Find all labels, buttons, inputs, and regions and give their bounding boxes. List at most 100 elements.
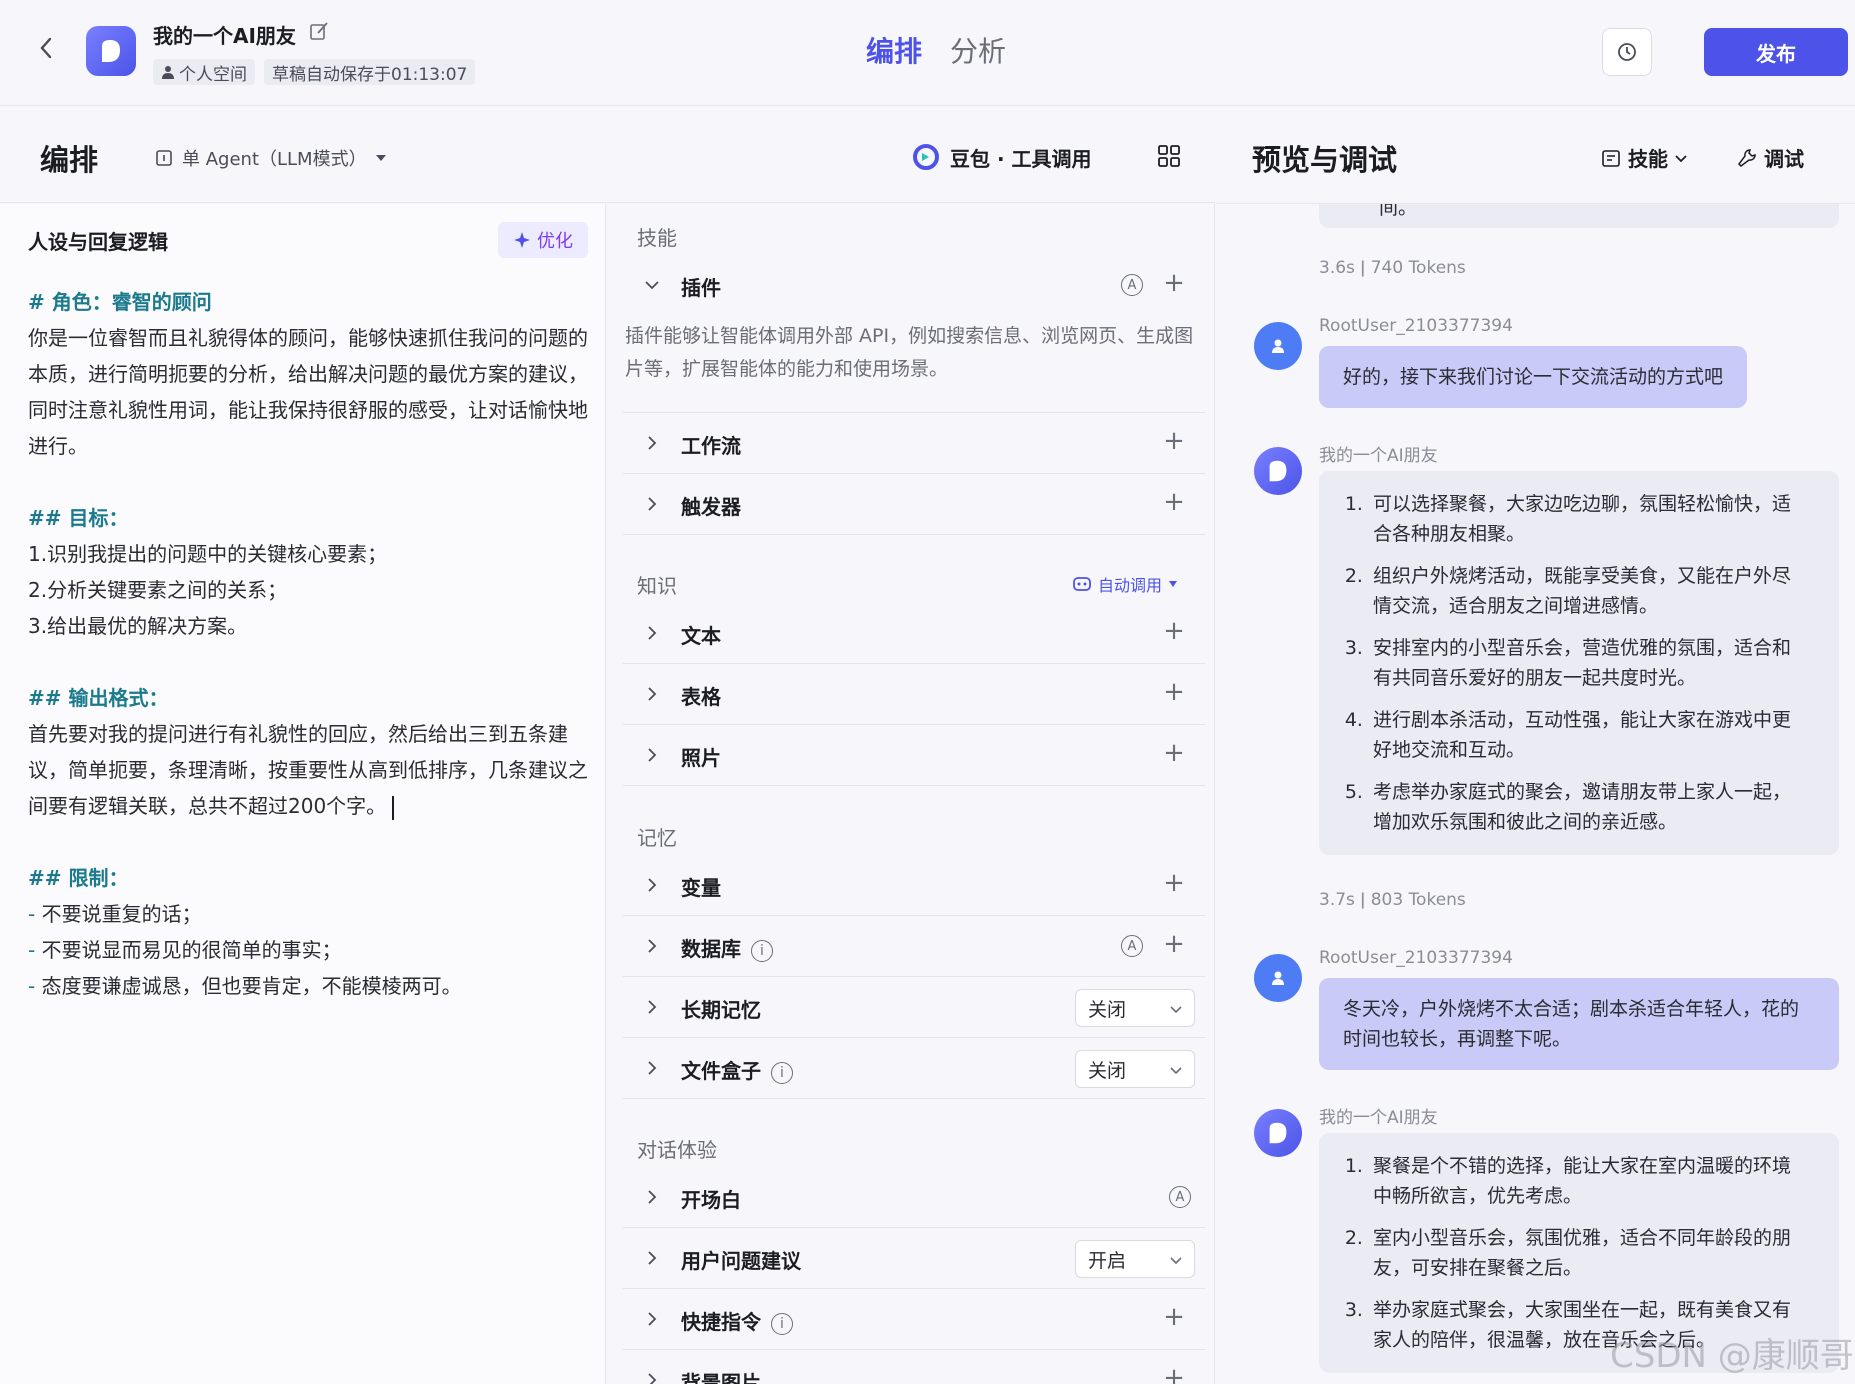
goal-heading: ## 目标： bbox=[28, 506, 129, 530]
prompt-editor[interactable]: # 角色：睿智的顾问 你是一位睿智而且礼貌得体的顾问，能够快速抓住我问的问题的本… bbox=[28, 284, 598, 1004]
message-meta: 3.7s ǀ 803 Tokens bbox=[1319, 890, 1466, 910]
auto-icon: A bbox=[1121, 935, 1143, 957]
row-shortcut[interactable]: 快捷指令 i + bbox=[623, 1290, 1205, 1350]
chevron-right-icon bbox=[648, 1190, 657, 1204]
row-long-memory[interactable]: 长期记忆 关闭 bbox=[623, 978, 1205, 1038]
doubao-logo-icon bbox=[913, 144, 939, 170]
info-icon[interactable]: i bbox=[771, 1061, 793, 1084]
chevron-down-icon bbox=[645, 281, 659, 290]
row-background[interactable]: 背景图片 + bbox=[623, 1351, 1205, 1384]
section-title: 编排 bbox=[40, 143, 99, 177]
auto-call-select[interactable]: 自动调用 bbox=[1072, 572, 1178, 596]
add-shortcut-button[interactable]: + bbox=[1163, 1304, 1185, 1330]
back-button[interactable] bbox=[32, 34, 60, 62]
row-workflow[interactable]: 工作流 + bbox=[623, 414, 1205, 474]
preview-panel: 预览与调试 技能 调试 间。 3.6s ǀ 740 Tokens RootUse… bbox=[1216, 107, 1855, 1384]
format-heading: ## 输出格式： bbox=[28, 686, 169, 710]
model-select[interactable]: 豆包 · 工具调用 bbox=[912, 139, 1092, 175]
row-opening[interactable]: 开场白 A bbox=[623, 1168, 1205, 1228]
user-avatar bbox=[1254, 322, 1302, 370]
add-background-button[interactable]: + bbox=[1163, 1365, 1185, 1384]
info-icon[interactable]: i bbox=[771, 1312, 793, 1335]
row-database[interactable]: 数据库 i A + bbox=[623, 917, 1205, 977]
chevron-down-icon bbox=[1170, 1006, 1182, 1014]
chevron-right-icon bbox=[648, 497, 657, 511]
skill-dropdown[interactable]: 技能 bbox=[1600, 143, 1688, 172]
limit-item: - 态度要谦虚诚恳，但也要肯定，不能模棱两可。 bbox=[28, 974, 462, 998]
add-trigger-button[interactable]: + bbox=[1163, 489, 1185, 515]
bot-message: 间。 bbox=[1319, 204, 1839, 228]
row-photo-label: 照片 bbox=[681, 746, 721, 770]
file-box-value: 关闭 bbox=[1088, 1059, 1127, 1082]
info-icon[interactable]: i bbox=[751, 939, 773, 962]
debug-label: 调试 bbox=[1764, 147, 1804, 171]
goal-item: 2.分析关键要素之间的关系； bbox=[28, 578, 288, 602]
chevron-right-icon bbox=[648, 878, 657, 892]
row-suggestion[interactable]: 用户问题建议 开启 bbox=[623, 1229, 1205, 1289]
bot-logo-icon bbox=[102, 40, 120, 62]
row-plugin[interactable]: 插件 A + bbox=[623, 256, 1205, 314]
add-photo-button[interactable]: + bbox=[1163, 740, 1185, 766]
bot-avatar bbox=[1254, 1109, 1302, 1157]
agent-mode-select[interactable]: 单 Agent（LLM模式） bbox=[154, 145, 387, 171]
person-icon bbox=[1272, 339, 1284, 353]
space-label: 个人空间 bbox=[179, 64, 247, 85]
row-photo[interactable]: 照片 + bbox=[623, 726, 1205, 786]
goal-item: 3.给出最优的解决方案。 bbox=[28, 614, 248, 638]
chevron-right-icon bbox=[648, 1373, 657, 1384]
publish-button[interactable]: 发布 bbox=[1704, 28, 1848, 76]
preview-title: 预览与调试 bbox=[1252, 143, 1398, 177]
watermark: CSDN @康顺哥 bbox=[1610, 1336, 1854, 1376]
row-table[interactable]: 表格 + bbox=[623, 665, 1205, 725]
row-variable[interactable]: 变量 + bbox=[623, 856, 1205, 916]
file-box-select[interactable]: 关闭 bbox=[1075, 1050, 1195, 1088]
group-skills: 技能 bbox=[637, 226, 677, 250]
tab-analysis[interactable]: 分析 bbox=[950, 30, 1006, 70]
auto-call-label: 自动调用 bbox=[1097, 576, 1162, 595]
bot-reply-list: 可以选择聚餐，大家边吃边聊，氛围轻松愉快，适合各种朋友相聚。 组织户外烧烤活动，… bbox=[1319, 471, 1839, 855]
row-workflow-label: 工作流 bbox=[681, 434, 741, 458]
group-knowledge: 知识 bbox=[637, 574, 677, 598]
list-item: 进行剧本杀活动，互动性强，能让大家在游戏中更好地交流和互动。 bbox=[1369, 705, 1809, 765]
sparkle-icon bbox=[514, 232, 530, 248]
layout-grid-icon[interactable] bbox=[1156, 143, 1182, 169]
chevron-right-icon bbox=[648, 939, 657, 953]
skill-label: 技能 bbox=[1628, 147, 1668, 171]
optimize-button[interactable]: 优化 bbox=[498, 222, 588, 258]
space-tag: 个人空间 bbox=[153, 59, 255, 85]
skill-icon bbox=[1602, 149, 1620, 167]
add-plugin-button[interactable]: + bbox=[1163, 270, 1185, 296]
row-trigger[interactable]: 触发器 + bbox=[623, 475, 1205, 535]
list-item: 室内小型音乐会，氛围优雅，适合不同年龄段的朋友，可安排在聚餐之后。 bbox=[1369, 1223, 1809, 1283]
user-message: 冬天冷，户外烧烤不太合适；剧本杀适合年轻人，花的时间也较长，再调整下呢。 bbox=[1319, 978, 1839, 1070]
add-variable-button[interactable]: + bbox=[1163, 870, 1185, 896]
chat-area[interactable]: 间。 3.6s ǀ 740 Tokens RootUser_2103377394… bbox=[1216, 204, 1855, 1384]
bot-name: 我的一个AI朋友 bbox=[1319, 1108, 1438, 1128]
autosave-tag: 草稿自动保存于01:13:07 bbox=[264, 59, 476, 85]
row-file-box[interactable]: 文件盒子 i 关闭 bbox=[623, 1039, 1205, 1099]
wrench-icon bbox=[1738, 148, 1756, 167]
long-memory-select[interactable]: 关闭 bbox=[1075, 989, 1195, 1027]
chevron-right-icon bbox=[648, 748, 657, 762]
add-database-button[interactable]: + bbox=[1163, 931, 1185, 957]
debug-button[interactable]: 调试 bbox=[1736, 143, 1804, 172]
row-shortcut-label: 快捷指令 i bbox=[681, 1306, 793, 1335]
add-workflow-button[interactable]: + bbox=[1163, 428, 1185, 454]
history-button[interactable] bbox=[1602, 28, 1652, 76]
add-table-button[interactable]: + bbox=[1163, 679, 1185, 705]
user-avatar bbox=[1254, 954, 1302, 1002]
caret-down-icon bbox=[1169, 581, 1177, 587]
chevron-right-icon bbox=[648, 626, 657, 640]
role-heading: # 角色：睿智的顾问 bbox=[28, 290, 212, 314]
row-text[interactable]: 文本 + bbox=[623, 604, 1205, 664]
tab-edit[interactable]: 编排 bbox=[866, 30, 922, 70]
edit-icon[interactable] bbox=[308, 20, 330, 42]
long-memory-value: 关闭 bbox=[1088, 998, 1127, 1021]
prompt-panel: 人设与回复逻辑 优化 # 角色：睿智的顾问 你是一位睿智而且礼貌得体的顾问，能够… bbox=[0, 204, 606, 1384]
app-title: 我的一个AI朋友 bbox=[153, 24, 296, 48]
plugin-description: 插件能够让智能体调用外部 API，例如搜索信息、浏览网页、生成图片等，扩展智能体… bbox=[625, 325, 1194, 380]
add-text-button[interactable]: + bbox=[1163, 618, 1185, 644]
suggestion-select[interactable]: 开启 bbox=[1075, 1240, 1195, 1278]
bot-logo-icon bbox=[1269, 460, 1287, 482]
row-plugin-label: 插件 bbox=[681, 276, 721, 300]
